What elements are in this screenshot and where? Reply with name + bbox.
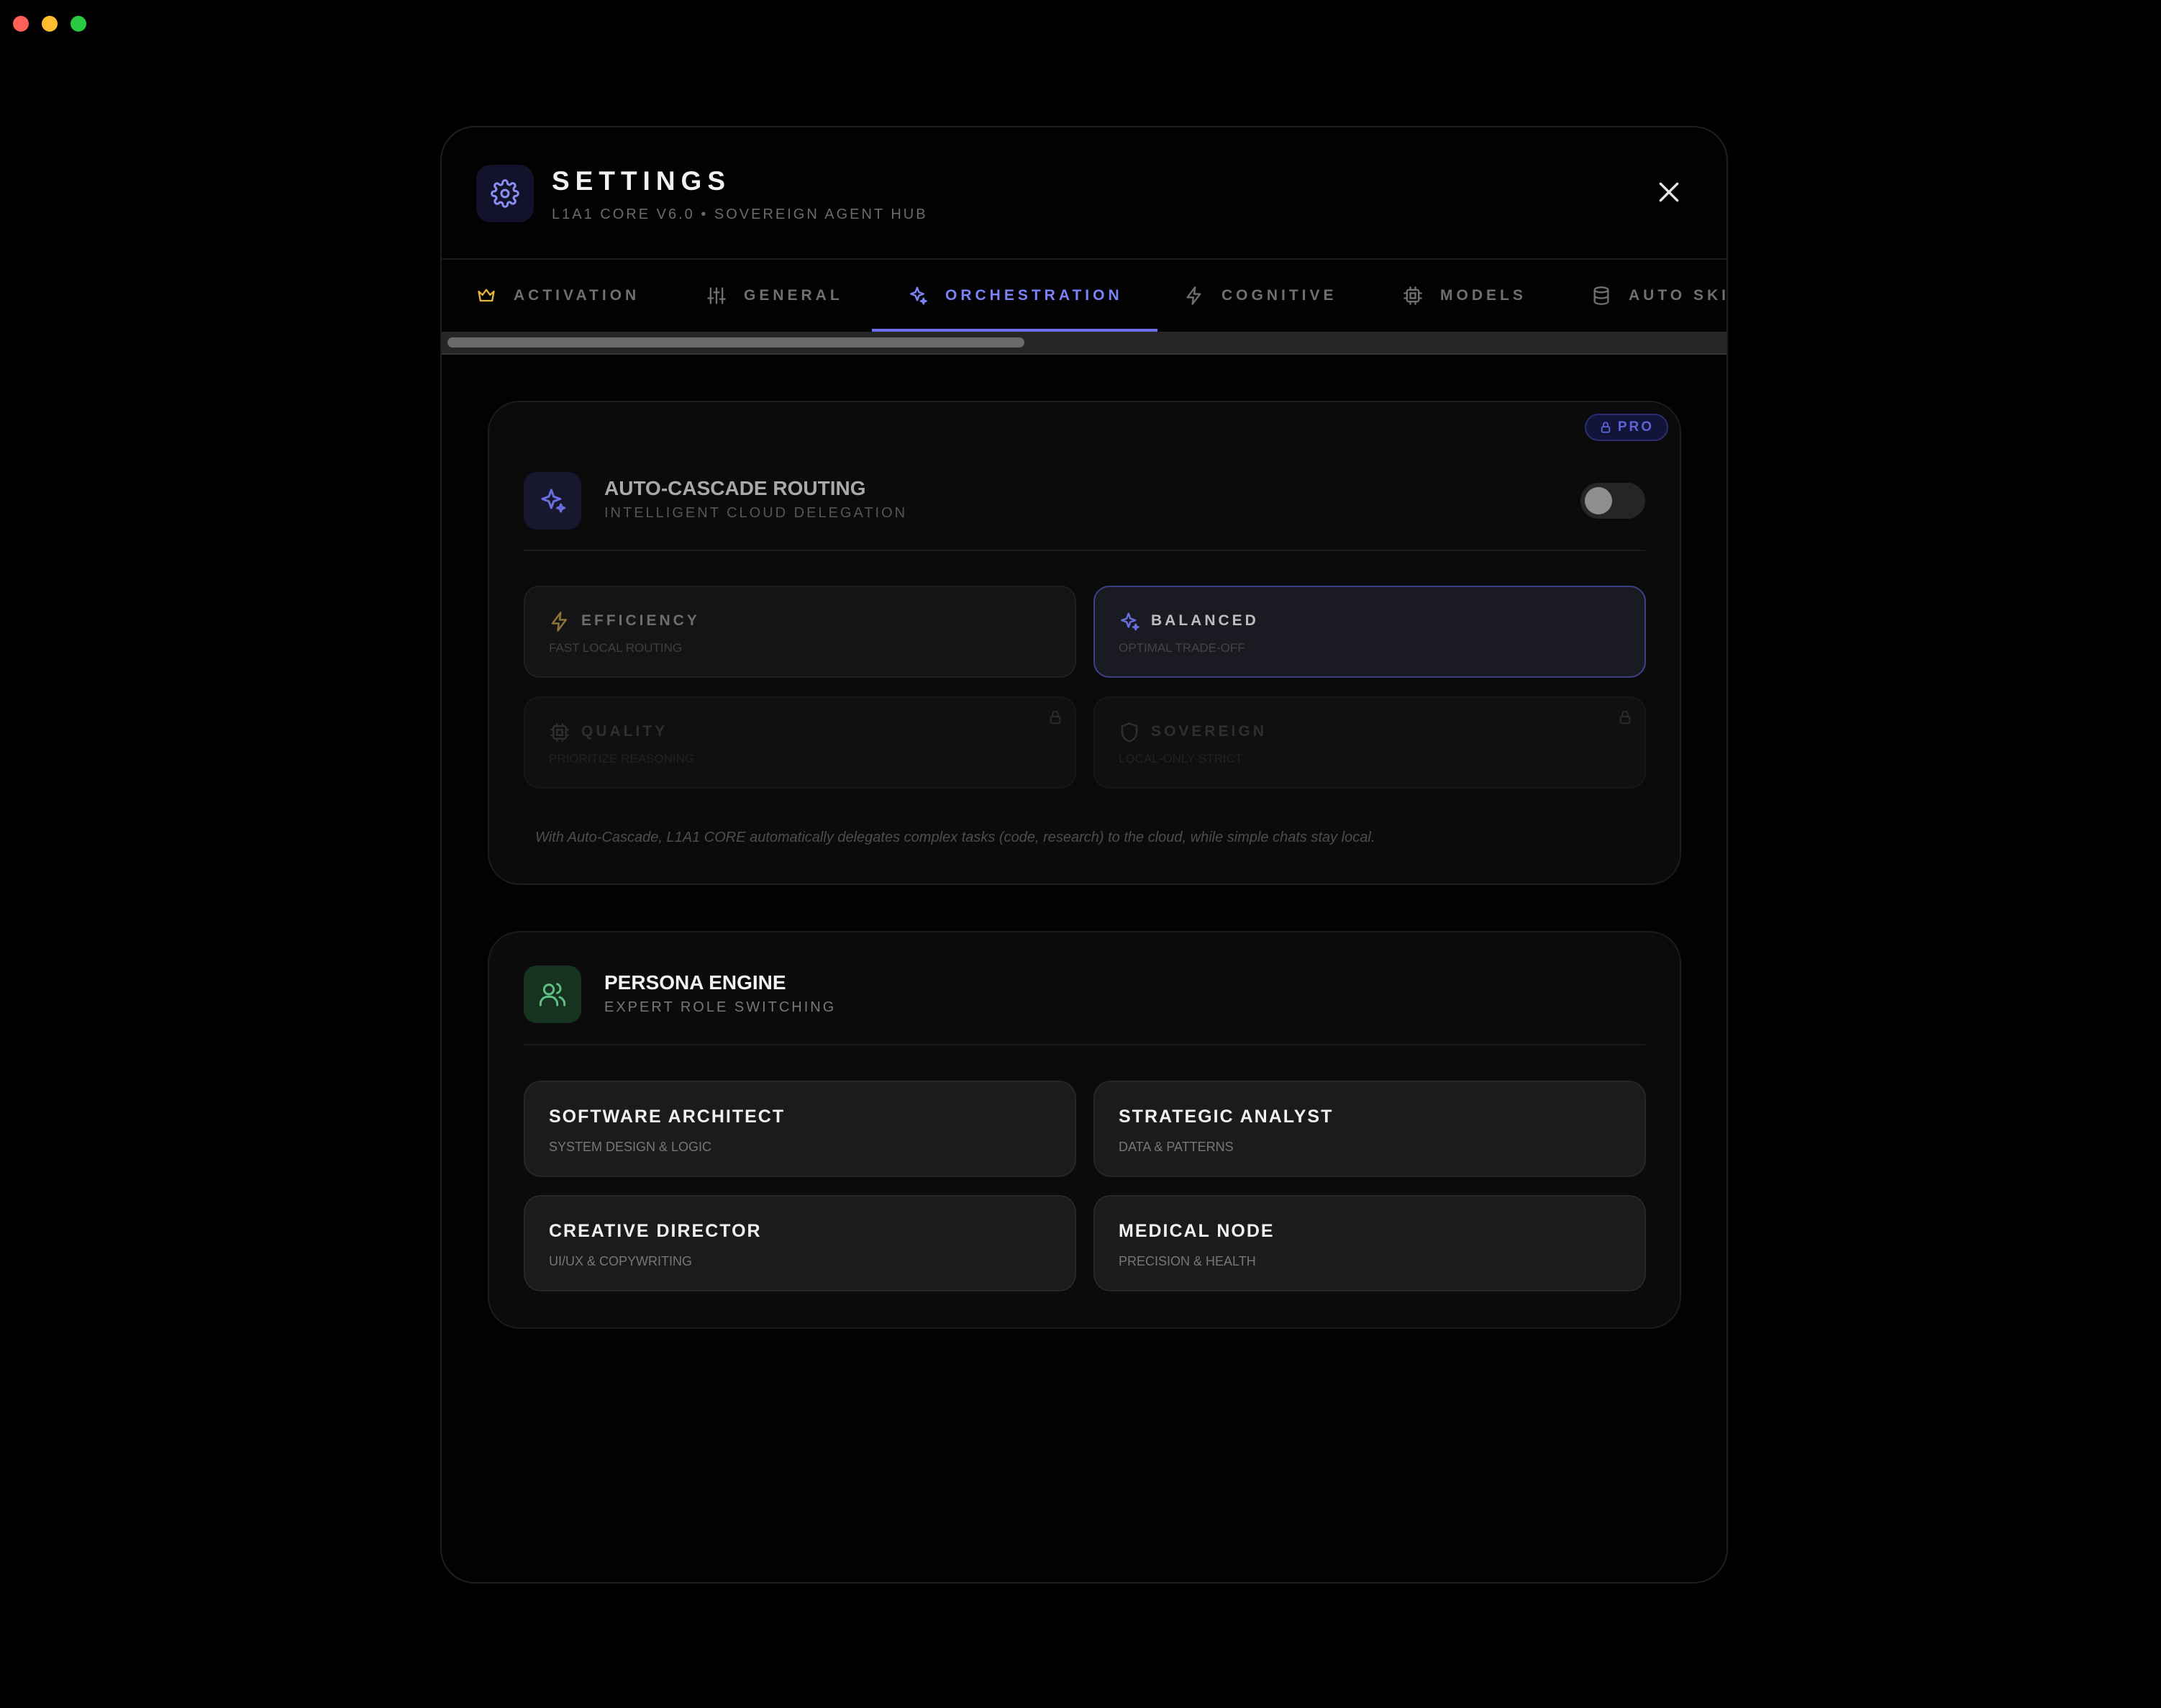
tab-cognitive[interactable]: COGNITIVE [1184, 260, 1337, 332]
cascade-toggle[interactable] [1580, 483, 1645, 519]
lock-icon [1619, 710, 1631, 724]
divider [524, 550, 1645, 551]
minimize-window-button[interactable] [42, 16, 58, 32]
sliders-icon [707, 287, 726, 304]
persona-role-title: STRATEGIC ANALYST [1119, 1107, 1334, 1127]
persona-engine-card: PERSONA ENGINE EXPERT ROLE SWITCHING SOF… [488, 931, 1681, 1329]
crown-icon [478, 289, 495, 302]
tab-bar: ACTIVATION GENERAL ORCHESTRATION COGNITI… [442, 260, 1726, 332]
cascade-note: With Auto-Cascade, L1A1 CORE automatical… [535, 830, 1375, 845]
auto-cascade-card: PRO AUTO-CASCADE ROUTING INTELLIGENT CLO… [488, 401, 1681, 885]
zap-icon [551, 612, 567, 632]
tab-activation[interactable]: ACTIVATION [476, 260, 640, 332]
tab-models[interactable]: MODELS [1403, 260, 1527, 332]
persona-medical-node[interactable]: MEDICAL NODE PRECISION & HEALTH [1093, 1195, 1646, 1291]
tab-general[interactable]: GENERAL [706, 260, 843, 332]
close-window-button[interactable] [13, 16, 29, 32]
sparkles-icon [524, 472, 581, 530]
persona-role-title: SOFTWARE ARCHITECT [549, 1107, 786, 1127]
tab-general-label: GENERAL [744, 287, 843, 304]
modal-header: SETTINGS L1A1 CORE V6.0 • SOVEREIGN AGEN… [442, 127, 1726, 260]
persona-software-architect[interactable]: SOFTWARE ARCHITECT SYSTEM DESIGN & LOGIC [524, 1081, 1076, 1177]
option-quality[interactable]: QUALITY PRIORITIZE REASONING [524, 696, 1076, 789]
tab-orchestration[interactable]: ORCHESTRATION [872, 260, 1157, 332]
close-icon[interactable] [1655, 178, 1683, 206]
persona-subtitle: EXPERT ROLE SWITCHING [604, 999, 837, 1015]
page-subtitle: L1A1 CORE V6.0 • SOVEREIGN AGENT HUB [552, 206, 928, 222]
cascade-title: AUTO-CASCADE ROUTING [604, 477, 866, 499]
cpu-icon [1403, 286, 1422, 305]
persona-creative-director[interactable]: CREATIVE DIRECTOR UI/UX & COPYWRITING [524, 1195, 1076, 1291]
option-efficiency[interactable]: EFFICIENCY FAST LOCAL ROUTING [524, 586, 1076, 678]
lock-icon [1601, 422, 1610, 433]
settings-modal: SETTINGS L1A1 CORE V6.0 • SOVEREIGN AGEN… [440, 126, 1728, 1584]
option-efficiency-title: EFFICIENCY [581, 612, 700, 629]
page-title: SETTINGS [552, 166, 732, 196]
tab-cognitive-label: COGNITIVE [1221, 287, 1337, 304]
persona-role-title: CREATIVE DIRECTOR [549, 1221, 762, 1241]
persona-role-sub: DATA & PATTERNS [1119, 1140, 1234, 1154]
tab-scrollbar[interactable] [442, 332, 1726, 355]
shield-icon [1121, 722, 1138, 742]
option-sovereign-title: SOVEREIGN [1151, 723, 1267, 740]
sparkles-icon [1121, 612, 1139, 631]
tab-orchestration-label: ORCHESTRATION [945, 287, 1123, 304]
settings-gear-icon [476, 165, 534, 222]
option-balanced-sub: OPTIMAL TRADE-OFF [1119, 641, 1245, 655]
pro-badge-label: PRO [1617, 419, 1654, 435]
sparkles-icon [910, 286, 927, 305]
option-quality-title: QUALITY [581, 723, 668, 740]
persona-role-sub: PRECISION & HEALTH [1119, 1254, 1256, 1268]
option-balanced[interactable]: BALANCED OPTIMAL TRADE-OFF [1093, 586, 1646, 678]
cascade-subtitle: INTELLIGENT CLOUD DELEGATION [604, 505, 908, 521]
option-sovereign[interactable]: SOVEREIGN LOCAL-ONLY STRICT [1093, 696, 1646, 789]
maximize-window-button[interactable] [70, 16, 86, 32]
persona-role-title: MEDICAL NODE [1119, 1221, 1275, 1241]
tab-activation-label: ACTIVATION [514, 287, 640, 304]
divider [524, 1044, 1645, 1045]
database-icon [1593, 286, 1609, 305]
option-quality-sub: PRIORITIZE REASONING [549, 752, 695, 766]
option-balanced-title: BALANCED [1151, 612, 1259, 629]
toggle-knob [1585, 487, 1612, 514]
lock-icon [1050, 710, 1061, 724]
cpu-icon [550, 723, 569, 742]
window-controls [13, 16, 86, 32]
tab-auto-skills[interactable]: AUTO SKI [1591, 260, 1728, 332]
persona-role-sub: UI/UX & COPYWRITING [549, 1254, 693, 1268]
pro-badge: PRO [1584, 414, 1668, 441]
persona-strategic-analyst[interactable]: STRATEGIC ANALYST DATA & PATTERNS [1093, 1081, 1646, 1177]
option-sovereign-sub: LOCAL-ONLY STRICT [1119, 752, 1243, 766]
option-efficiency-sub: FAST LOCAL ROUTING [549, 641, 683, 655]
scrollbar-thumb[interactable] [447, 337, 1024, 347]
tab-auto-skills-label: AUTO SKI [1629, 287, 1728, 304]
tab-models-label: MODELS [1440, 287, 1527, 304]
users-icon [524, 966, 581, 1023]
persona-title: PERSONA ENGINE [604, 971, 786, 994]
persona-role-sub: SYSTEM DESIGN & LOGIC [549, 1140, 712, 1154]
zap-icon [1186, 286, 1201, 305]
